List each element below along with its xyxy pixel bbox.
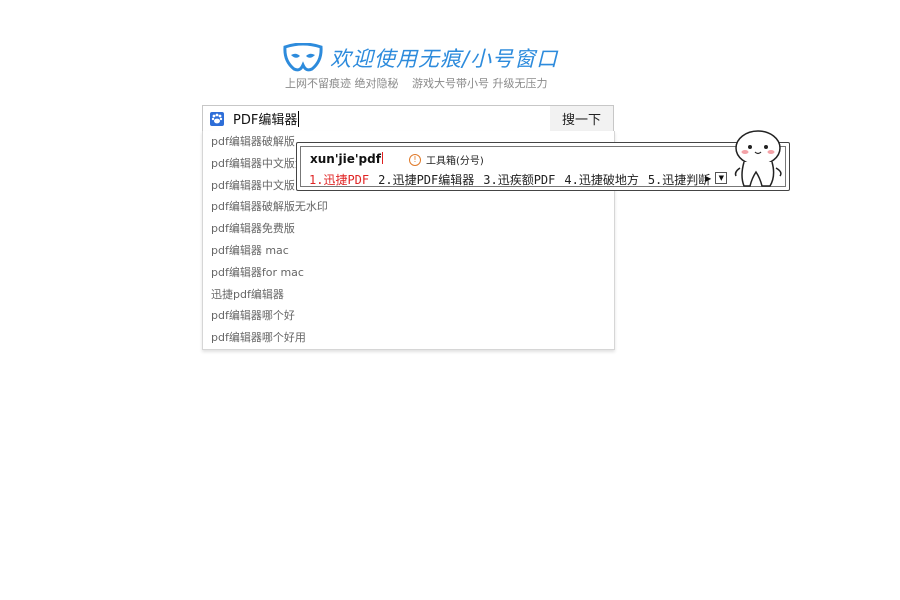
suggestion-item[interactable]: pdf编辑器哪个好 — [203, 305, 614, 327]
ime-candidate[interactable]: 2.迅捷PDF编辑器 — [378, 171, 474, 188]
text-caret — [298, 110, 300, 127]
suggestion-item[interactable]: 迅捷pdf编辑器 — [203, 284, 614, 306]
ime-toolbox[interactable]: ! 工具箱(分号) — [409, 152, 484, 167]
ime-candidate-list: 1.迅捷PDF 2.迅捷PDF编辑器 3.迅疾额PDF 4.迅捷破地方 5.迅捷… — [309, 171, 719, 188]
ime-candidate[interactable]: 4.迅捷破地方 — [564, 171, 638, 188]
ime-cursor — [381, 152, 383, 164]
brand-subtitle: 上网不留痕迹 绝对隐秘 游戏大号带小号 升级无压力 — [285, 75, 548, 91]
paw-icon — [210, 112, 224, 126]
ime-frame: xun'jie'pdf ! 工具箱(分号) 1.迅捷PDF 2.迅捷PDF编辑器… — [296, 142, 790, 191]
ime-candidate-window: xun'jie'pdf ! 工具箱(分号) 1.迅捷PDF 2.迅捷PDF编辑器… — [296, 142, 791, 192]
next-page-icon[interactable]: ▶ — [705, 174, 711, 183]
search-input-value: PDF编辑器 — [233, 113, 298, 128]
info-icon: ! — [409, 153, 421, 166]
brand-title: 欢迎使用无痕/小号窗口 — [330, 47, 559, 71]
brand-header: 欢迎使用无痕/小号窗口 — [282, 42, 558, 74]
ime-candidate[interactable]: 3.迅疾额PDF — [483, 171, 555, 188]
suggestion-item[interactable]: pdf编辑器 mac — [203, 240, 614, 262]
suggestion-item[interactable]: pdf编辑器for mac — [203, 262, 614, 284]
brand-subtitle-part-2: 游戏大号带小号 升级无压力 — [412, 77, 548, 90]
ime-candidate[interactable]: 1.迅捷PDF — [309, 171, 369, 188]
ime-page-nav: ◀ ▶ ▼ — [698, 172, 728, 184]
search-bar: PDF编辑器 搜一下 — [202, 105, 614, 132]
prev-page-icon[interactable]: ◀ — [698, 174, 704, 183]
suggestion-item[interactable]: pdf编辑器破解版无水印 — [203, 196, 614, 218]
suggestion-item[interactable]: pdf编辑器免费版 — [203, 218, 614, 240]
suggestion-item[interactable]: pdf编辑器哪个好用 — [203, 327, 614, 349]
search-button[interactable]: 搜一下 — [550, 105, 614, 132]
ime-toolbox-label: 工具箱(分号) — [426, 156, 484, 167]
brand-subtitle-part-1: 上网不留痕迹 绝对隐秘 — [285, 77, 399, 90]
mask-logo-icon — [283, 43, 323, 72]
mascot-icon — [734, 130, 782, 187]
ime-pinyin-text: xun'jie'pdf — [310, 152, 381, 166]
search-input[interactable]: PDF编辑器 — [202, 105, 551, 132]
ime-composition: xun'jie'pdf — [310, 152, 383, 166]
